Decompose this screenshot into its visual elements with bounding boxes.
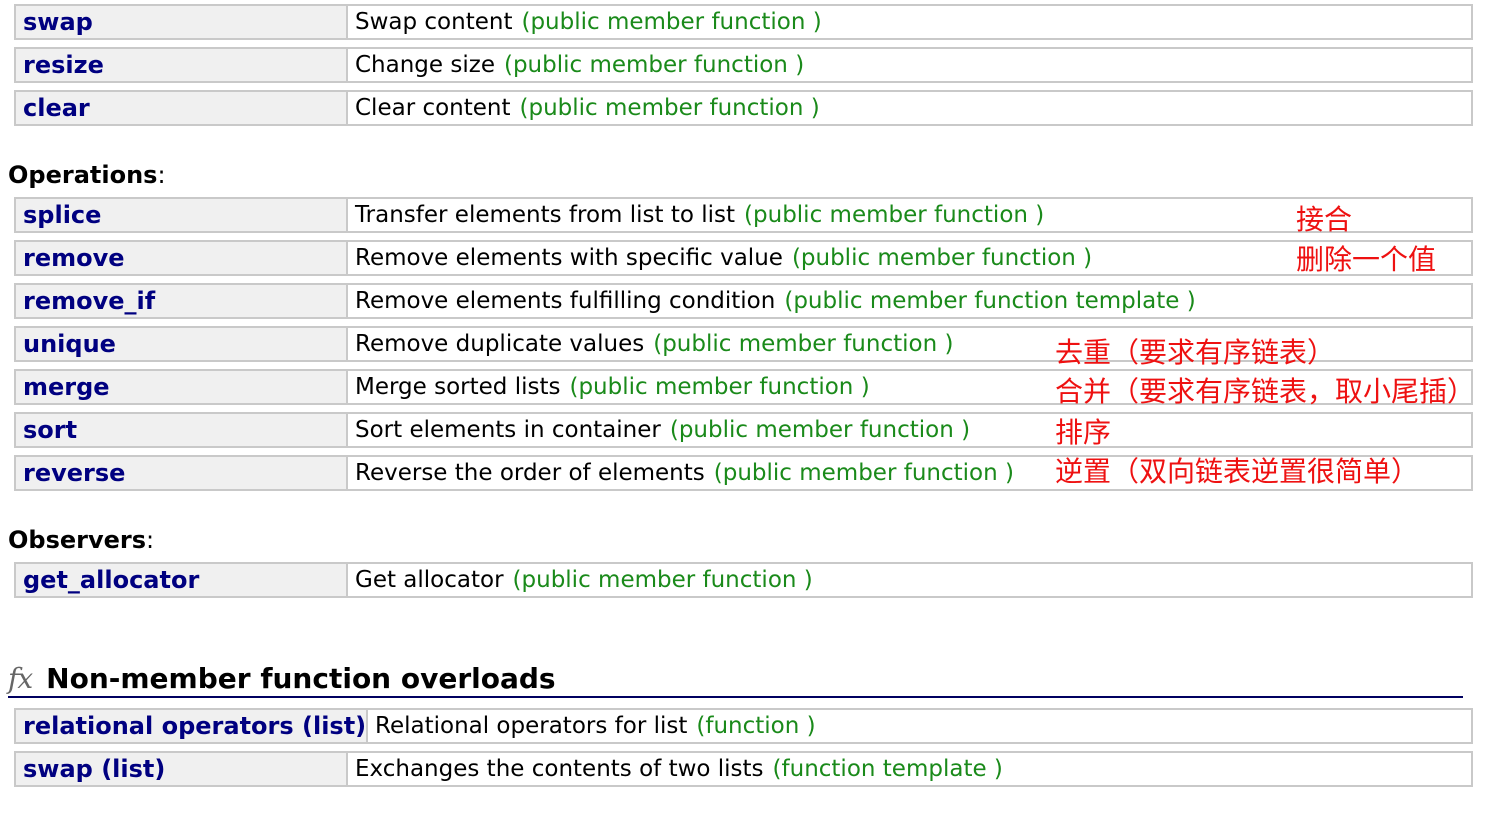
description-text: Relational operators for list [375, 713, 688, 739]
member-kind: (public member function ) [503, 52, 805, 78]
table-row-remove-if: remove_if Remove elements fulfilling con… [14, 283, 1473, 319]
table-row-relational-operators: relational operators (list) Relational o… [14, 708, 1473, 744]
annotation-unique: 去重（要求有序链表） [1055, 336, 1336, 369]
member-link-swap[interactable]: swap [16, 6, 348, 38]
table-row-sort: sort Sort elements in container (public … [14, 412, 1473, 448]
member-link-get-allocator[interactable]: get_allocator [16, 564, 348, 596]
annotation-merge: 合并（要求有序链表，取小尾插） [1055, 375, 1476, 408]
member-kind: (public member function ) [791, 245, 1093, 271]
description-text: Get allocator [355, 567, 504, 593]
member-description: Exchanges the contents of two lists (fun… [348, 753, 1003, 785]
member-link-relational-operators[interactable]: relational operators (list) [16, 710, 368, 742]
member-kind: (public member function ) [653, 331, 954, 357]
member-link-remove[interactable]: remove [16, 242, 348, 274]
description-text: Remove elements with specific value [355, 245, 783, 271]
fx-icon: fx [8, 661, 33, 695]
description-text: Exchanges the contents of two lists [355, 756, 764, 782]
member-link-swap-list[interactable]: swap (list) [16, 753, 348, 785]
member-description: Remove duplicate values (public member f… [348, 328, 953, 360]
description-text: Remove duplicate values [355, 331, 645, 357]
member-kind: (function ) [696, 713, 816, 739]
member-description: Merge sorted lists (public member functi… [348, 371, 870, 403]
section-title-text: Operations [8, 161, 158, 189]
member-link-reverse[interactable]: reverse [16, 457, 348, 489]
member-kind: (public member function ) [512, 567, 813, 593]
member-link-unique[interactable]: unique [16, 328, 348, 360]
table-row-swap: swap Swap content (public member functio… [14, 4, 1473, 40]
member-link-clear[interactable]: clear [16, 92, 348, 124]
section-title-operations: Operations: [8, 161, 166, 189]
section-title-observers: Observers: [8, 526, 154, 554]
section-colon: : [157, 161, 166, 189]
description-text: Remove elements fulfilling condition [355, 288, 776, 314]
member-kind: (public member function ) [569, 374, 870, 400]
member-description: Reverse the order of elements (public me… [348, 457, 1014, 489]
heading-text: Non-member function overloads [46, 661, 556, 695]
member-link-remove-if[interactable]: remove_if [16, 285, 348, 317]
table-row-get-allocator: get_allocator Get allocator (public memb… [14, 562, 1473, 598]
table-row-resize: resize Change size (public member functi… [14, 47, 1473, 83]
non-member-heading: fx Non-member function overloads [8, 660, 1463, 698]
description-text: Sort elements in container [355, 417, 661, 443]
member-link-resize[interactable]: resize [16, 49, 348, 81]
table-row-splice: splice Transfer elements from list to li… [14, 197, 1473, 233]
table-row-remove: remove Remove elements with specific val… [14, 240, 1473, 276]
annotation-splice: 接合 [1296, 203, 1353, 236]
member-description: Sort elements in container (public membe… [348, 414, 970, 446]
description-text: Clear content [355, 95, 511, 121]
member-description: Remove elements fulfilling condition (pu… [348, 285, 1196, 317]
member-kind: (public member function ) [713, 460, 1014, 486]
member-link-sort[interactable]: sort [16, 414, 348, 446]
description-text: Merge sorted lists [355, 374, 561, 400]
member-description: Change size (public member function ) [348, 49, 804, 81]
table-row-swap-list: swap (list) Exchanges the contents of tw… [14, 751, 1473, 787]
member-kind: (public member function template ) [784, 288, 1196, 314]
member-kind: (public member function ) [519, 95, 820, 121]
member-description: Swap content (public member function ) [348, 6, 822, 38]
member-link-splice[interactable]: splice [16, 199, 348, 231]
section-title-text: Observers [8, 526, 147, 554]
description-text: Transfer elements from list to list [355, 202, 736, 228]
table-row-clear: clear Clear content (public member funct… [14, 90, 1473, 126]
member-kind: (public member function ) [744, 202, 1045, 228]
member-description: Transfer elements from list to list (pub… [348, 199, 1044, 231]
member-link-merge[interactable]: merge [16, 371, 348, 403]
member-description: Get allocator (public member function ) [348, 564, 813, 596]
annotation-remove: 删除一个值 [1296, 243, 1437, 276]
member-description: Clear content (public member function ) [348, 92, 820, 124]
description-text: Swap content [355, 9, 513, 35]
member-kind: (public member function ) [521, 9, 822, 35]
member-description: Relational operators for list (function … [368, 710, 816, 742]
member-kind: (public member function ) [669, 417, 971, 443]
member-kind: (function template ) [772, 756, 1003, 782]
description-text: Reverse the order of elements [355, 460, 705, 486]
section-colon: : [146, 526, 155, 554]
annotation-reverse: 逆置（双向链表逆置很简单） [1055, 455, 1420, 488]
member-description: Remove elements with specific value (pub… [348, 242, 1092, 274]
annotation-sort: 排序 [1055, 416, 1112, 449]
description-text: Change size [355, 52, 495, 78]
